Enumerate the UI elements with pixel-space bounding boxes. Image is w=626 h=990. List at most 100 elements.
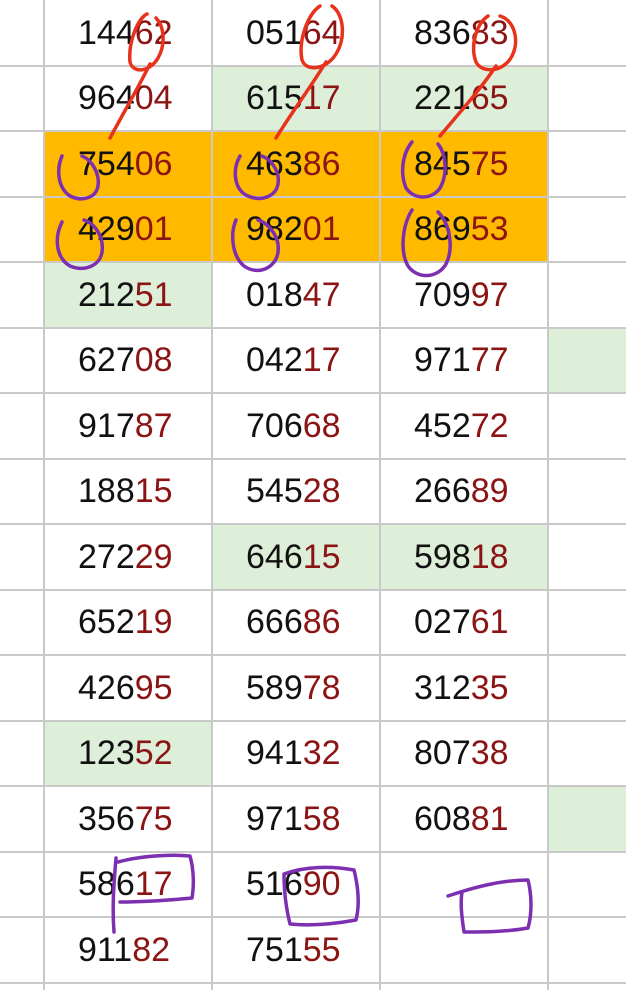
cell-high-digits: 018 <box>246 275 303 314</box>
cell-low-digits: 55 <box>302 930 341 969</box>
grid-column-line <box>211 0 213 990</box>
cell-low-digits: 78 <box>302 668 341 707</box>
cell-low-digits: 87 <box>134 406 173 445</box>
cell-low-digits: 06 <box>134 144 173 183</box>
table-cell[interactable]: 911 82 <box>78 917 170 983</box>
table-cell[interactable]: 589 78 <box>246 655 341 721</box>
table-cell[interactable]: 452 72 <box>414 393 509 459</box>
table-cell[interactable]: 042 17 <box>246 328 341 394</box>
grid-column-line <box>43 0 45 990</box>
spreadsheet-grid: 144 62 964 04 754 06 429 01 212 51 627 08 917 87 188 15… <box>0 0 626 990</box>
table-cell[interactable]: 426 95 <box>78 655 173 721</box>
cell-low-digits: 18 <box>470 537 509 576</box>
cell-low-digits: 81 <box>470 799 509 838</box>
cell-high-digits: 706 <box>246 406 303 445</box>
cell-high-digits: 426 <box>78 668 135 707</box>
table-cell[interactable]: 754 06 <box>78 131 173 197</box>
table-cell[interactable]: 312 35 <box>414 655 509 721</box>
cell-high-digits: 971 <box>246 799 303 838</box>
table-cell[interactable]: 018 47 <box>246 262 341 328</box>
cell-low-digits: 28 <box>302 472 341 511</box>
grid-column-line <box>547 0 549 990</box>
cell-low-digits: 95 <box>134 668 173 707</box>
table-cell[interactable]: 627 08 <box>78 328 173 394</box>
cell-low-digits: 53 <box>470 210 509 249</box>
table-cell[interactable]: 598 18 <box>414 524 509 590</box>
cell-high-digits: 615 <box>246 79 303 118</box>
cell-low-digits: 19 <box>134 603 173 642</box>
table-cell[interactable]: 971 58 <box>246 786 341 852</box>
table-cell[interactable]: 516 90 <box>246 852 341 918</box>
table-cell[interactable]: 652 19 <box>78 590 173 656</box>
table-cell[interactable]: 272 29 <box>78 524 173 590</box>
cell-high-digits: 429 <box>78 210 135 249</box>
table-cell[interactable]: 709 97 <box>414 262 509 328</box>
cell-low-digits: 89 <box>470 472 509 511</box>
table-cell[interactable]: 964 04 <box>78 66 173 132</box>
cell-low-digits: 15 <box>134 472 173 511</box>
cell-low-digits: 77 <box>470 341 509 380</box>
cell-low-digits: 38 <box>470 734 509 773</box>
table-cell[interactable]: 356 75 <box>78 786 173 852</box>
cell-high-digits: 917 <box>78 406 135 445</box>
table-cell[interactable]: 221 65 <box>414 66 509 132</box>
table-cell[interactable]: 429 01 <box>78 197 173 263</box>
table-cell[interactable]: 212 51 <box>78 262 173 328</box>
cell-high-digits: 608 <box>414 799 471 838</box>
cell-low-digits: 08 <box>134 341 173 380</box>
cell-high-digits: 266 <box>414 472 471 511</box>
cell-low-digits: 72 <box>470 406 509 445</box>
cell-low-digits: 62 <box>134 13 173 52</box>
cell-low-digits: 75 <box>134 799 173 838</box>
cell-high-digits: 463 <box>246 144 303 183</box>
cell-high-digits: 312 <box>414 668 471 707</box>
table-cell[interactable]: 807 38 <box>414 721 509 787</box>
table-cell[interactable]: 971 77 <box>414 328 509 394</box>
table-cell[interactable]: 869 53 <box>414 197 509 263</box>
table-cell[interactable]: 463 86 <box>246 131 341 197</box>
cell-high-digits: 356 <box>78 799 135 838</box>
cell-low-digits: 29 <box>134 537 173 576</box>
table-cell[interactable]: 666 86 <box>246 590 341 656</box>
table-cell[interactable]: 123 52 <box>78 721 173 787</box>
cell-low-digits: 83 <box>470 13 509 52</box>
table-cell[interactable]: 051 64 <box>246 0 341 66</box>
table-cell[interactable]: 188 15 <box>78 459 173 525</box>
cell-low-digits: 82 <box>132 930 171 969</box>
table-cell[interactable]: 982 01 <box>246 197 341 263</box>
table-cell[interactable]: 144 62 <box>78 0 173 66</box>
table-cell[interactable]: 027 61 <box>414 590 509 656</box>
cell-low-digits: 01 <box>134 210 173 249</box>
table-cell[interactable]: 845 75 <box>414 131 509 197</box>
cell-high-digits: 188 <box>78 472 135 511</box>
table-cell[interactable]: 545 28 <box>246 459 341 525</box>
cell-high-digits: 042 <box>246 341 303 380</box>
cell-low-digits: 64 <box>302 13 341 52</box>
table-cell[interactable]: 608 81 <box>414 786 509 852</box>
cell-low-digits: 17 <box>134 865 173 904</box>
cell-low-digits: 17 <box>302 341 341 380</box>
table-cell[interactable]: 646 15 <box>246 524 341 590</box>
cell-high-digits: 941 <box>246 734 303 773</box>
table-cell[interactable]: 586 17 <box>78 852 173 918</box>
cell-high-digits: 272 <box>78 537 135 576</box>
table-cell[interactable]: 836 83 <box>414 0 509 66</box>
table-cell[interactable]: 941 32 <box>246 721 341 787</box>
table-cell[interactable]: 751 55 <box>246 917 341 983</box>
cell-high-digits: 589 <box>246 668 303 707</box>
cell-low-digits: 15 <box>302 537 341 576</box>
cell-low-digits: 17 <box>302 79 341 118</box>
cell-low-digits: 35 <box>470 668 509 707</box>
cell-high-digits: 911 <box>78 930 133 969</box>
cell-high-digits: 751 <box>246 930 303 969</box>
table-cell[interactable]: 706 68 <box>246 393 341 459</box>
cell-high-digits: 144 <box>78 13 135 52</box>
cell-low-digits: 51 <box>134 275 173 314</box>
cell-high-digits: 221 <box>414 79 471 118</box>
table-cell[interactable]: 917 87 <box>78 393 173 459</box>
table-cell[interactable]: 266 89 <box>414 459 509 525</box>
cell-high-digits: 754 <box>78 144 135 183</box>
cell-low-digits: 65 <box>470 79 509 118</box>
cell-high-digits: 971 <box>414 341 471 380</box>
table-cell[interactable]: 615 17 <box>246 66 341 132</box>
